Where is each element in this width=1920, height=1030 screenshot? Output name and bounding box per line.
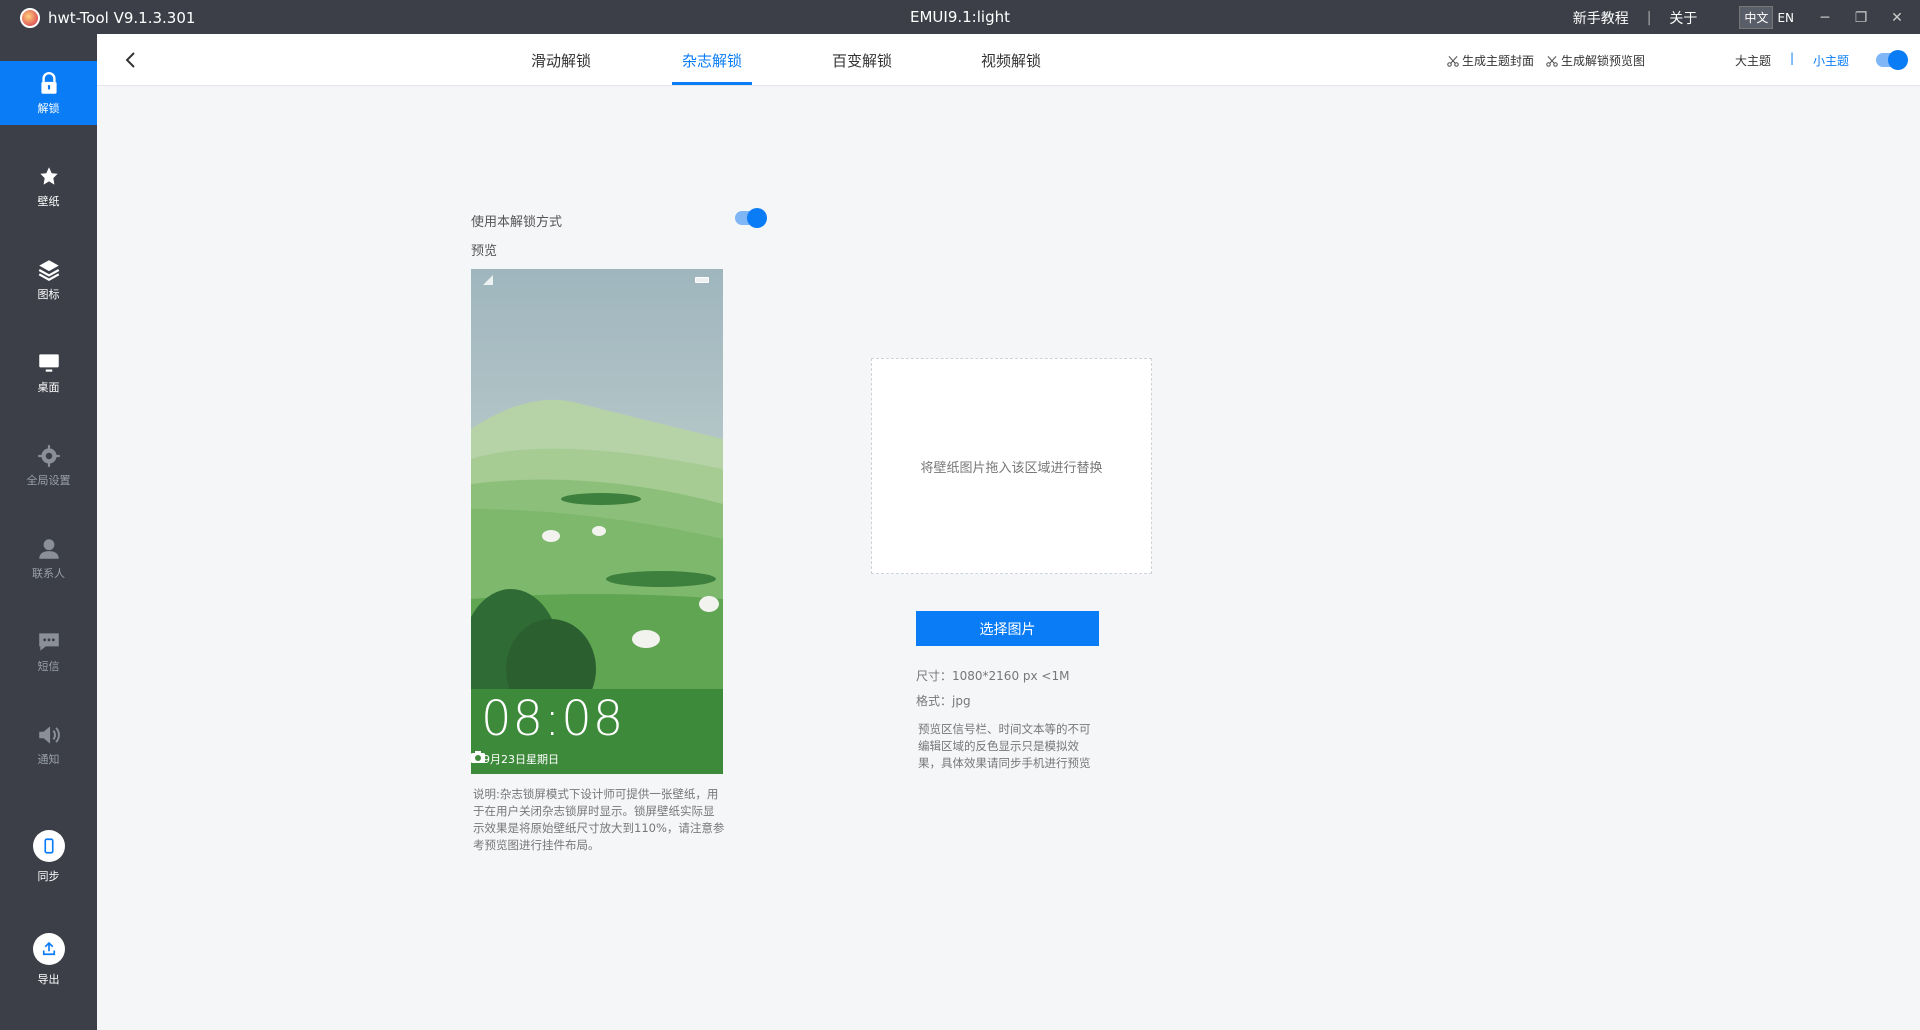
sync-label: 同步 — [37, 870, 60, 883]
sidebar-item-label: 联系人 — [32, 566, 65, 580]
sidebar-item-contacts[interactable]: 联系人 — [0, 526, 97, 590]
app-name: hwt-Tool V9.1.3.301 — [48, 9, 196, 27]
preview-label: 预览 — [471, 244, 498, 259]
sidebar-export[interactable]: 导出 — [0, 922, 97, 998]
battery-icon — [695, 277, 709, 283]
scissors-icon — [1546, 55, 1558, 67]
generate-preview-button[interactable]: 生成解锁预览图 — [1545, 52, 1645, 69]
tab-magazine-unlock[interactable]: 杂志解锁 — [682, 50, 742, 71]
toggle-knob — [747, 208, 767, 228]
theme-toggle[interactable] — [1876, 50, 1908, 70]
sidebar-item-unlock[interactable]: 解锁 — [0, 61, 97, 125]
sidebar: 解锁 壁纸 图标 桌面 全局设置 联系人 短信 通知 同步 导出 — [0, 34, 97, 1030]
phone-icon — [43, 838, 54, 854]
lang-zh[interactable]: 中文 — [1739, 6, 1774, 29]
layers-icon — [38, 259, 59, 281]
sidebar-item-label: 短信 — [37, 659, 60, 673]
title-separator: | — [1646, 9, 1652, 26]
person-icon — [38, 538, 59, 559]
close-icon[interactable]: ✕ — [1888, 10, 1906, 26]
tutorial-link[interactable]: 新手教程 — [1573, 8, 1629, 28]
sidebar-item-label: 桌面 — [37, 380, 60, 394]
monitor-icon — [38, 353, 59, 372]
sidebar-item-label: 通知 — [37, 752, 60, 766]
lockscreen-time: 08:08 — [481, 691, 625, 747]
app-title: hwt-Tool V9.1.3.301 — [20, 8, 195, 28]
tab-video-unlock[interactable]: 视频解锁 — [981, 50, 1041, 71]
big-theme-link[interactable]: 大主题 — [1735, 52, 1771, 69]
wallpaper-dropzone[interactable]: 将壁纸图片拖入该区域进行替换 — [871, 358, 1152, 574]
restore-icon[interactable]: ❐ — [1852, 10, 1870, 26]
minimize-icon[interactable]: ─ — [1816, 10, 1834, 26]
sidebar-item-label: 图标 — [37, 287, 60, 301]
sync-circle — [32, 830, 65, 862]
generate-cover-button[interactable]: 生成主题封面 — [1446, 52, 1534, 69]
sidebar-item-global-settings[interactable]: 全局设置 — [0, 433, 97, 497]
sidebar-item-label: 全局设置 — [26, 473, 71, 487]
use-mode-label: 使用本解锁方式 — [471, 215, 563, 230]
wallpaper-icon — [39, 166, 58, 185]
lockscreen-preview: 08:08 9月23日星期日 — [471, 269, 723, 774]
dropzone-text: 将壁纸图片拖入该区域进行替换 — [920, 460, 1103, 476]
select-image-button[interactable]: 选择图片 — [916, 611, 1099, 646]
tab-bar: 滑动解锁 杂志解锁 百变解锁 视频解锁 生成主题封面 生成解锁预览图 大主题 |… — [97, 34, 1920, 86]
language-switch[interactable]: 中文 EN — [1739, 6, 1798, 29]
lang-en[interactable]: EN — [1773, 9, 1798, 27]
sidebar-item-wallpaper[interactable]: 壁纸 — [0, 154, 97, 218]
camera-icon — [471, 751, 485, 763]
app-logo-icon — [20, 8, 40, 28]
title-bar: hwt-Tool V9.1.3.301 EMUI9.1:light 新手教程 |… — [0, 0, 1920, 34]
speaker-icon — [38, 725, 60, 744]
lock-icon — [40, 71, 57, 94]
sidebar-item-icons[interactable]: 图标 — [0, 247, 97, 311]
upload-icon — [42, 941, 55, 956]
generate-cover-label: 生成主题封面 — [1462, 54, 1535, 68]
description-note: 说明:杂志锁屏模式下设计师可提供一张壁纸，用于在用户关闭杂志锁屏时显示。锁屏壁纸… — [473, 787, 725, 852]
sidebar-item-label: 解锁 — [37, 101, 60, 115]
export-circle — [32, 933, 65, 965]
active-tab-indicator — [672, 82, 752, 85]
signal-icon — [483, 275, 493, 285]
export-label: 导出 — [37, 973, 60, 986]
tab-slide-unlock[interactable]: 滑动解锁 — [531, 50, 591, 71]
sidebar-item-desktop[interactable]: 桌面 — [0, 340, 97, 404]
small-theme-link[interactable]: 小主题 — [1813, 52, 1849, 69]
sidebar-sync[interactable]: 同步 — [0, 819, 97, 895]
scissors-icon — [1447, 55, 1459, 67]
tab-variety-unlock[interactable]: 百变解锁 — [832, 50, 892, 71]
toggle-knob — [1888, 50, 1908, 70]
size-info: 尺寸：1080*2160 px <1M — [916, 669, 1070, 683]
back-icon[interactable] — [121, 49, 141, 71]
chat-icon — [38, 632, 59, 651]
sidebar-item-notification[interactable]: 通知 — [0, 712, 97, 776]
lockscreen-date: 9月23日星期日 — [483, 753, 559, 766]
gear-icon — [37, 444, 60, 467]
preview-hint: 预览区信号栏、时间文本等的不可编辑区域的反色显示只是模拟效果，具体效果请同步手机… — [918, 722, 1091, 770]
sidebar-item-label: 壁纸 — [37, 194, 60, 208]
generate-preview-label: 生成解锁预览图 — [1561, 54, 1646, 68]
sidebar-item-sms[interactable]: 短信 — [0, 619, 97, 683]
theme-separator: | — [1790, 51, 1795, 65]
about-link[interactable]: 关于 — [1669, 8, 1697, 28]
format-info: 格式：jpg — [916, 694, 971, 708]
use-mode-toggle[interactable] — [735, 208, 767, 228]
